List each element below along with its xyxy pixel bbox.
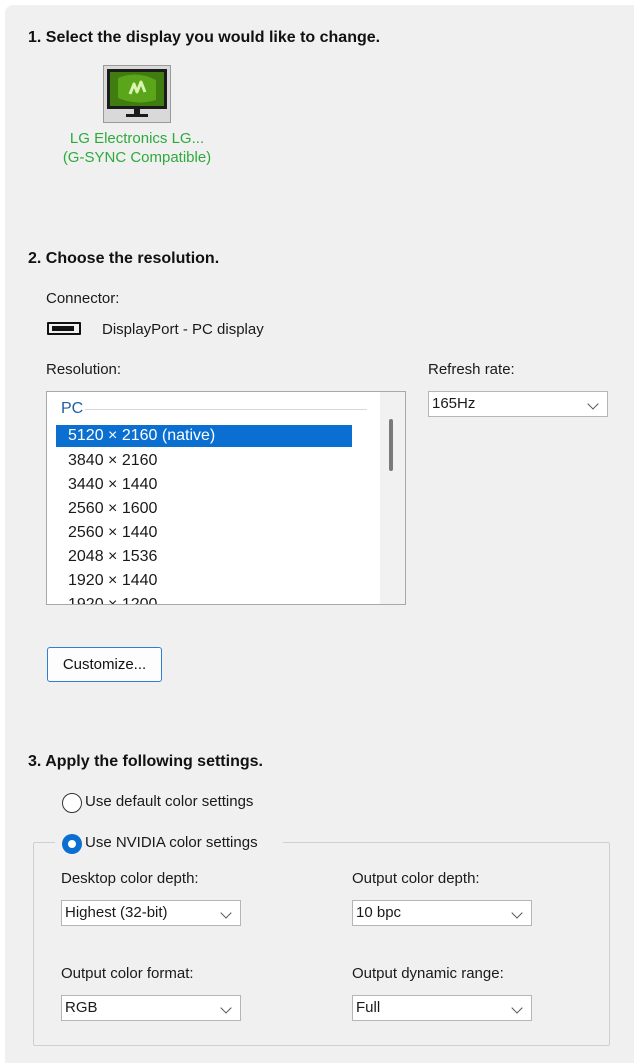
refresh-rate-label: Refresh rate: (428, 361, 515, 378)
nvidia-color-radio[interactable] (62, 834, 82, 854)
output-color-format-value: RGB (65, 999, 98, 1016)
output-dynamic-range-dropdown[interactable]: Full (352, 995, 532, 1021)
resolution-item-selected[interactable]: 5120 × 2160 (native) (56, 425, 352, 447)
customize-button[interactable]: Customize... (47, 647, 162, 682)
nvidia-color-label[interactable]: Use NVIDIA color settings (85, 834, 258, 851)
connector-label: Connector: (46, 290, 120, 307)
output-color-depth-dropdown[interactable]: 10 bpc (352, 900, 532, 926)
resolution-group-label: PC (61, 400, 84, 417)
resolution-label: Resolution: (46, 361, 122, 378)
display-name-line2[interactable]: (G-SYNC Compatible) (37, 148, 237, 167)
default-color-radio[interactable] (62, 793, 82, 813)
chevron-down-icon (220, 907, 232, 919)
scrollbar-thumb[interactable] (389, 419, 393, 471)
section3-heading: 3. Apply the following settings. (28, 753, 263, 770)
resolution-item[interactable]: 1920 × 1200 (56, 593, 352, 604)
output-dynamic-range-value: Full (356, 999, 381, 1016)
section1-heading: 1. Select the display you would like to … (28, 29, 381, 46)
refresh-rate-value: 165Hz (432, 395, 476, 412)
resolution-item[interactable]: 2560 × 1600 (56, 497, 352, 521)
resolution-item[interactable]: 3440 × 1440 (56, 473, 352, 497)
output-color-format-label: Output color format: (61, 965, 194, 982)
chevron-down-icon (587, 398, 599, 410)
resolution-list[interactable]: PC 5120 × 2160 (native) 3840 × 2160 3440… (46, 391, 406, 605)
resolution-scrollbar[interactable] (380, 392, 405, 604)
chevron-down-icon (511, 1002, 523, 1014)
output-color-depth-label: Output color depth: (352, 870, 480, 887)
output-color-format-dropdown[interactable]: RGB (61, 995, 241, 1021)
desktop-color-depth-dropdown[interactable]: Highest (32-bit) (61, 900, 241, 926)
display-name-line1[interactable]: LG Electronics LG... (37, 129, 237, 148)
connector-value: DisplayPort - PC display (102, 321, 264, 338)
display-tile[interactable] (103, 65, 171, 123)
resolution-item[interactable]: 3840 × 2160 (56, 449, 352, 473)
group-divider (85, 409, 367, 410)
nvidia-monitor-icon (107, 69, 167, 117)
chevron-down-icon (511, 907, 523, 919)
output-color-depth-value: 10 bpc (356, 904, 402, 921)
output-dynamic-range-label: Output dynamic range: (352, 965, 504, 982)
desktop-color-depth-label: Desktop color depth: (61, 870, 199, 887)
section2-heading: 2. Choose the resolution. (28, 250, 220, 267)
resolution-item[interactable]: 2560 × 1440 (56, 521, 352, 545)
displayport-icon (47, 322, 81, 335)
refresh-rate-dropdown[interactable]: 165Hz (428, 391, 608, 417)
resolution-item[interactable]: 2048 × 1536 (56, 545, 352, 569)
desktop-color-depth-value: Highest (32-bit) (65, 904, 168, 921)
resolution-item[interactable]: 1920 × 1440 (56, 569, 352, 593)
chevron-down-icon (220, 1002, 232, 1014)
default-color-label[interactable]: Use default color settings (85, 793, 253, 810)
